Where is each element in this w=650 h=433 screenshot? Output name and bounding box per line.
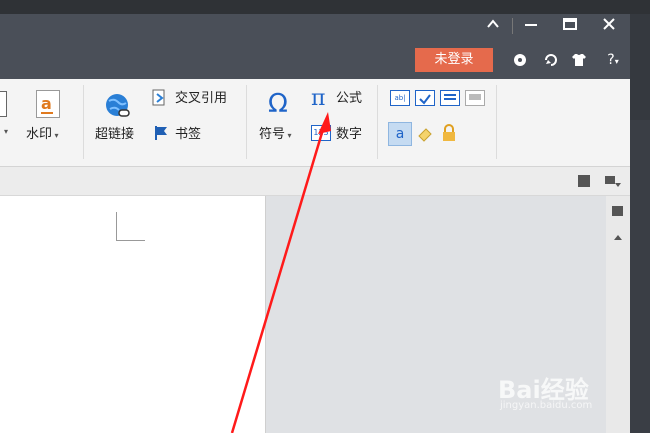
annotation-arrow	[230, 112, 331, 433]
baidu-watermark-url: jingyan.baidu.com	[500, 400, 593, 411]
